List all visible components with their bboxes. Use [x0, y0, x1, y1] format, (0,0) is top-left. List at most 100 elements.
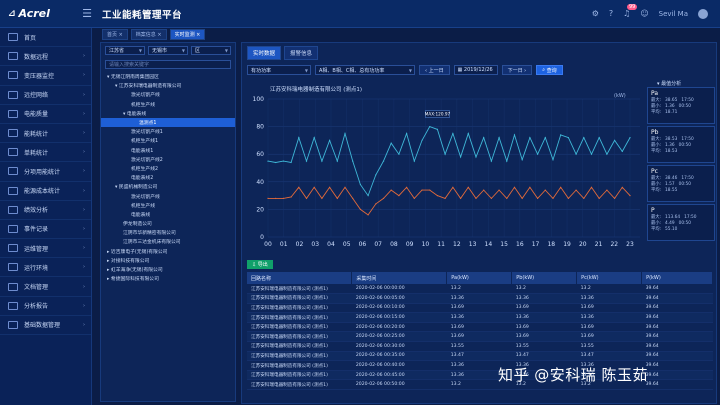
table-cell: 39.64	[641, 360, 713, 371]
next-day-button[interactable]: 下一日 ›	[501, 65, 533, 75]
tree-node[interactable]: 激光切割产线1	[101, 127, 235, 136]
sidebar-item[interactable]: 运维管理 ›	[0, 239, 91, 259]
sidebar-item[interactable]: 文档管理 ›	[0, 277, 91, 297]
tree-node[interactable]: 电能表线	[101, 210, 235, 219]
data-point	[598, 137, 600, 139]
table-row[interactable]: 江苏安科瑞电器制造有限公司 (测点1) 2020-02-06 00:05:00 13…	[247, 293, 713, 304]
prev-day-button[interactable]: ‹ 上一日	[419, 65, 450, 75]
data-point	[413, 160, 415, 162]
tree-search-input[interactable]: 请输入搜索关键字	[105, 60, 231, 69]
tree-node[interactable]: 激光切割产线	[101, 191, 235, 200]
sidebar-item[interactable]: 绩效分析 ›	[0, 201, 91, 220]
x-tick-label: 20	[579, 241, 587, 248]
tree-node[interactable]: ▸ 近吉康电子(无锡)有限公司	[101, 247, 235, 256]
district-select[interactable]: 区 ▼	[191, 46, 231, 55]
user-icon[interactable]: ☺	[640, 9, 648, 18]
user-name[interactable]: Sevil Ma	[659, 10, 688, 18]
table-row[interactable]: 江苏安科瑞电器制造有限公司 (测点1) 2020-02-06 00:25:00 13…	[247, 331, 713, 343]
tree-node[interactable]: 电能表线1	[101, 146, 235, 155]
column-header[interactable]: Pc(kW)	[576, 272, 643, 284]
column-header[interactable]: Pa(kW)	[446, 272, 513, 284]
tree-node[interactable]: 电能表线2	[101, 173, 235, 182]
column-header[interactable]: 采集时间	[351, 272, 448, 284]
sidebar-item[interactable]: 远控网络 ›	[0, 86, 91, 105]
tree-node[interactable]: 激光切割产线	[101, 90, 235, 99]
sub-tab[interactable]: 报警信息	[284, 46, 319, 60]
table-row[interactable]: 江苏安科瑞电器制造有限公司 (测点1) 2020-02-06 00:20:00 13…	[247, 322, 713, 333]
tree-node[interactable]: 机柜生产线	[101, 201, 235, 210]
tree-node[interactable]: 机柜生产线2	[101, 164, 235, 173]
sidebar-item[interactable]: 单耗统计 ›	[0, 143, 91, 163]
table-cell: 2020-02-06 00:35:00	[351, 351, 447, 362]
help-icon[interactable]: ?	[609, 9, 613, 18]
tree-node[interactable]: ▸ 虹羊海净(无锡)有限公司	[101, 265, 235, 274]
data-point	[436, 195, 439, 197]
data-point	[321, 197, 323, 199]
page-tab[interactable]: 实时监测 ×	[169, 28, 206, 40]
city-select[interactable]: 无锡市 ▼	[148, 46, 188, 55]
export-button[interactable]: ⇩ 导出	[247, 260, 273, 269]
tree-node[interactable]: ▸ 对接科技有限公司	[101, 256, 235, 265]
date-picker[interactable]: ▦ 2019/12/26	[453, 65, 498, 75]
y-unit-label: (kW)	[614, 93, 626, 99]
table-row[interactable]: 江苏安科瑞电器制造有限公司 (测点1) 2020-02-06 00:35:00 13…	[247, 351, 713, 362]
menu-icon	[8, 167, 18, 176]
stat-panels: Pa 最大: 38.65 17:50 最小: 1.36 00:50 平均: 18.71 Pb 最大:…	[647, 87, 715, 243]
menu-toggle-icon[interactable]: ☰	[72, 7, 102, 20]
tree-node[interactable]: 江阴市三达金机床有限公司	[101, 237, 235, 246]
sidebar-item[interactable]: 电能质量 ›	[0, 105, 91, 124]
tree-node[interactable]: 江阴市华新精密有限公司	[101, 228, 235, 237]
stat-cell: 平均:	[651, 149, 662, 154]
tree-node[interactable]: ▾ 电能表线	[101, 109, 235, 118]
sidebar-item[interactable]: 能耗统计 ›	[0, 124, 91, 144]
stat-cell: 00:50	[678, 221, 692, 226]
table-row[interactable]: 江苏安科瑞电器制造有限公司 (测点1) 2020-02-06 00:15:00 13…	[247, 312, 713, 323]
sidebar-item[interactable]: 变压器监控 ›	[0, 66, 91, 86]
data-point	[444, 197, 446, 199]
table-row[interactable]: 江苏安科瑞电器制造有限公司 (测点1) 2020-02-06 00:30:00 13…	[247, 341, 713, 352]
tree-node[interactable]: ▾ 无锡江阴南周集团园区	[101, 72, 235, 81]
column-header[interactable]: P(kW)	[641, 272, 713, 284]
sidebar-item[interactable]: 首页	[0, 28, 91, 48]
sidebar-item[interactable]: 事件记录 ›	[0, 220, 91, 240]
tree-node[interactable]: ▸ 希捷国际科技有限公司	[101, 274, 235, 283]
tree-node[interactable]: ▾ 民盛机械制造公司	[101, 182, 235, 191]
tree-node[interactable]: 机柜生产线	[101, 100, 235, 109]
avatar[interactable]	[698, 8, 708, 19]
province-select[interactable]: 江苏省 ▼	[105, 46, 145, 55]
logo-mark-icon: ⊿	[8, 8, 16, 19]
sidebar-item[interactable]: 数据远程 ›	[0, 47, 91, 67]
table-cell: 江苏安科瑞电器制造有限公司 (测点1)	[247, 379, 352, 391]
tree-node[interactable]: 温测点1	[101, 117, 235, 128]
sidebar-item[interactable]: 运行环境 ›	[0, 258, 91, 278]
table-row[interactable]: 江苏安科瑞电器制造有限公司 (测点1) 2020-02-06 00:00:00 13…	[247, 284, 713, 295]
tree-node[interactable]: ▾ 江苏安科瑞电器制造有限公司	[101, 81, 235, 90]
data-point	[375, 174, 377, 176]
sidebar-item-label: 分项用能统计	[24, 168, 61, 176]
table-cell: 39.64	[641, 284, 713, 295]
phase-select[interactable]: A相、B相、C相、总有功功率 ▼	[315, 65, 415, 75]
metric-select[interactable]: 有功功率 ▼	[247, 65, 311, 75]
page-tab[interactable]: 档案信息 ×	[130, 28, 167, 40]
sub-tab[interactable]: 实时数据	[247, 46, 282, 60]
column-header[interactable]: Pb(kW)	[511, 272, 578, 284]
sidebar-item[interactable]: 分项用能统计 ›	[0, 162, 91, 182]
data-point	[298, 186, 300, 188]
tree-node[interactable]: 激光切割产线2	[101, 155, 235, 164]
tree-node[interactable]: 伊龙制造公司	[101, 219, 235, 228]
data-point	[352, 197, 354, 199]
query-button[interactable]: ⌕ 查询	[536, 65, 563, 75]
page-tab[interactable]: 首页 ×	[102, 28, 128, 40]
sidebar-item[interactable]: 分析报告 ›	[0, 297, 91, 316]
table-cell: 13.69	[511, 331, 577, 343]
table-cell: 39.64	[641, 322, 713, 333]
table-row[interactable]: 江苏安科瑞电器制造有限公司 (测点1) 2020-02-06 00:10:00 13…	[247, 303, 713, 314]
sidebar-item[interactable]: 能源成本统计 ›	[0, 182, 91, 201]
column-header[interactable]: 回路名称	[247, 272, 353, 284]
tree-node[interactable]: 机柜生产线1	[101, 136, 235, 145]
stat-cell: 18.53	[665, 149, 678, 154]
settings-icon[interactable]: ⚙	[592, 9, 599, 18]
bell-icon[interactable]: ♫ 99	[623, 4, 638, 18]
stat-cell: 平均:	[651, 110, 662, 115]
sidebar-item[interactable]: 基础数据管理 ›	[0, 316, 91, 335]
